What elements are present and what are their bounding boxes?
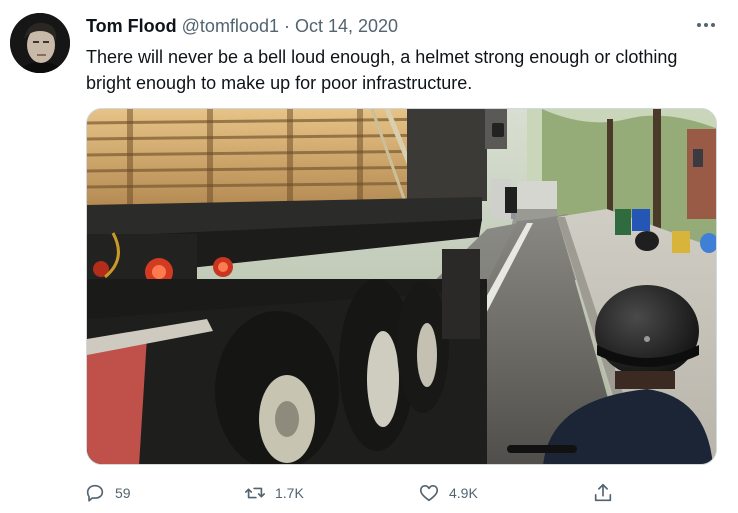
tweet-text: There will never be a bell loud enough, … xyxy=(86,47,678,93)
separator-dot: · xyxy=(283,16,290,36)
retweet-button[interactable]: 1.7K xyxy=(244,478,304,508)
like-button[interactable]: 4.9K xyxy=(418,478,478,508)
tweet-header: Tom Flood @tomflood1 · Oct 14, 2020 xyxy=(86,14,398,38)
reply-icon xyxy=(86,484,104,502)
heart-icon xyxy=(419,485,439,502)
reply-button[interactable]: 59 xyxy=(84,478,131,508)
tweet-actions: 59 1.7K 4.9K xyxy=(84,478,624,508)
share-icon xyxy=(594,483,612,502)
like-count: 4.9K xyxy=(449,485,478,501)
more-options-icon[interactable] xyxy=(690,12,722,38)
share-button[interactable] xyxy=(592,478,614,508)
retweet-count: 1.7K xyxy=(275,485,304,501)
author-name[interactable]: Tom Flood xyxy=(86,14,177,38)
tweet-photo[interactable] xyxy=(86,108,717,465)
reply-count: 59 xyxy=(115,485,131,501)
tweet: Tom Flood @tomflood1 · Oct 14, 2020 Ther… xyxy=(0,0,738,513)
tweet-date[interactable]: Oct 14, 2020 xyxy=(295,14,398,38)
retweet-icon xyxy=(245,487,265,499)
author-handle[interactable]: @tomflood1 xyxy=(182,14,279,38)
avatar[interactable] xyxy=(10,13,70,73)
